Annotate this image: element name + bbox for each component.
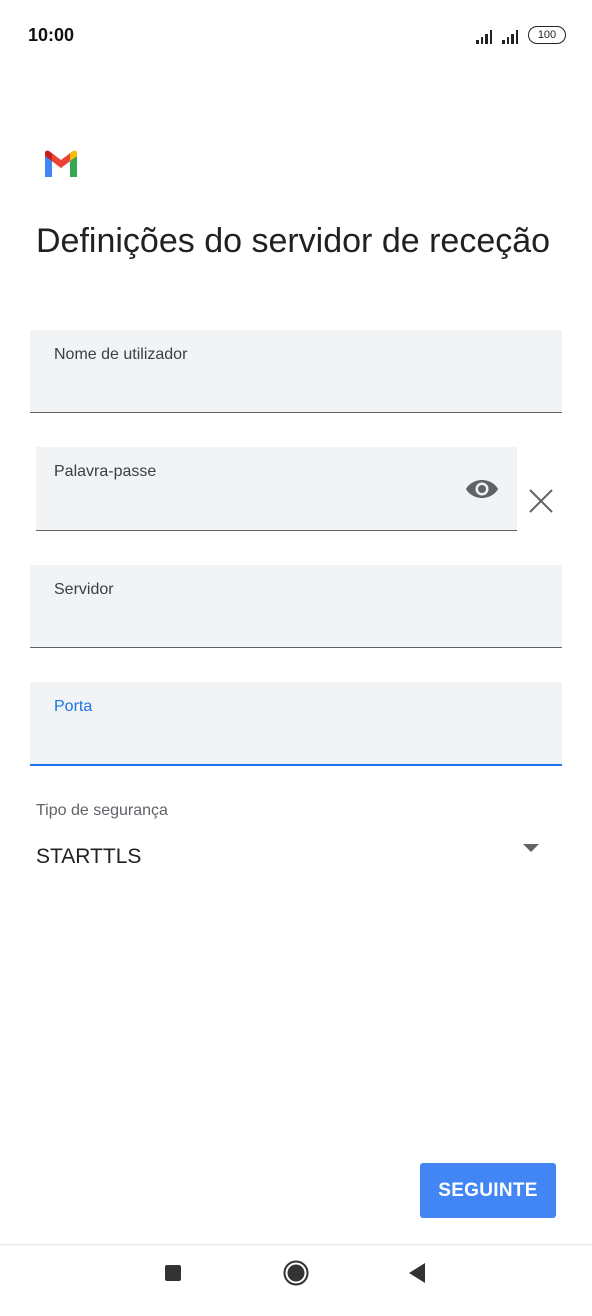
screen: 10:00 100 Definições do servidor de rece… xyxy=(0,0,592,1316)
navigation-bar xyxy=(0,1244,592,1316)
recent-apps-icon[interactable] xyxy=(165,1265,181,1281)
port-field[interactable]: Porta xyxy=(30,682,562,766)
username-field[interactable]: Nome de utilizador xyxy=(30,330,562,413)
signal-icon xyxy=(502,30,518,44)
home-icon[interactable] xyxy=(283,1260,309,1286)
next-button[interactable]: SEGUINTE xyxy=(420,1163,556,1218)
eye-icon[interactable] xyxy=(465,477,499,501)
page-title: Definições do servidor de receção xyxy=(36,222,551,260)
close-icon[interactable] xyxy=(527,487,555,515)
battery-icon: 100 xyxy=(528,26,566,44)
status-bar: 10:00 100 xyxy=(0,0,592,70)
security-type-value: STARTTLS xyxy=(36,845,142,868)
dropdown-arrow-icon[interactable] xyxy=(522,843,540,853)
password-field[interactable]: Palavra-passe xyxy=(36,447,517,531)
status-time: 10:00 xyxy=(28,25,75,45)
server-label: Servidor xyxy=(54,581,114,598)
gmail-logo-icon xyxy=(45,150,77,177)
server-field[interactable]: Servidor xyxy=(30,565,562,648)
signal-icon xyxy=(476,30,492,44)
status-icons: 100 xyxy=(476,26,566,44)
port-label: Porta xyxy=(54,698,93,715)
username-label: Nome de utilizador xyxy=(54,346,188,363)
back-icon[interactable] xyxy=(407,1262,427,1284)
security-type-label: Tipo de segurança xyxy=(36,802,168,819)
password-label: Palavra-passe xyxy=(54,463,157,480)
